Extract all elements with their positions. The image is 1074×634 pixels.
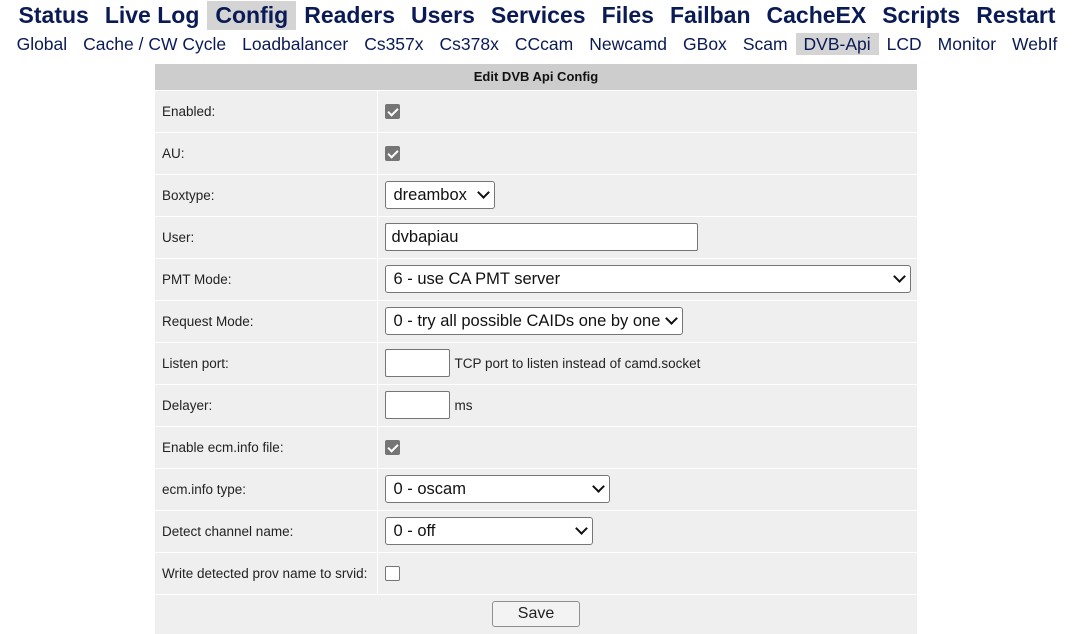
enabled-label: Enabled: [155, 89, 378, 132]
write-prov-label: Write detected prov name to srvid: [155, 551, 378, 594]
user-input[interactable] [384, 223, 698, 251]
au-checkbox[interactable] [384, 145, 400, 161]
row-save: Save [155, 593, 917, 634]
row-boxtype: Boxtype: dreambox [155, 173, 917, 216]
main-menu-item-status[interactable]: Status [11, 1, 97, 30]
listen-port-hint: TCP port to listen instead of camd.socke… [454, 355, 701, 371]
boxtype-label: Boxtype: [155, 173, 378, 216]
delayer-unit: ms [454, 397, 473, 413]
chevron-down-icon [574, 522, 588, 535]
main-menu-item-readers[interactable]: Readers [296, 1, 403, 30]
row-write-prov: Write detected prov name to srvid: [155, 551, 917, 594]
ecminfo-type-select[interactable]: 0 - oscam [384, 475, 610, 503]
chevron-down-icon [591, 480, 605, 493]
main-menu-item-config[interactable]: Config [207, 0, 297, 30]
boxtype-select[interactable]: dreambox [384, 181, 495, 209]
chevron-down-icon [476, 186, 490, 199]
main-menu-item-live-log[interactable]: Live Log [97, 1, 208, 30]
dvbapi-config-form: Edit DVB Api Config Enabled: AU: Boxtype… [155, 64, 917, 634]
detect-channel-select[interactable]: 0 - off [384, 517, 593, 545]
row-ecminfo-file: Enable ecm.info file: [155, 425, 917, 468]
chevron-down-icon [892, 270, 906, 283]
main-menu-item-scripts[interactable]: Scripts [874, 1, 968, 30]
main-menu-item-users[interactable]: Users [403, 1, 483, 30]
submenu-item-monitor[interactable]: Monitor [930, 33, 1004, 55]
submenu-item-cs357x[interactable]: Cs357x [356, 33, 431, 55]
main-menu-item-cacheex[interactable]: CacheEX [759, 1, 875, 30]
main-menu-item-restart[interactable]: Restart [968, 1, 1063, 30]
submenu-item-lcd[interactable]: LCD [879, 33, 930, 55]
row-request-mode: Request Mode: 0 - try all possible CAIDs… [155, 299, 917, 342]
chevron-down-icon [664, 312, 678, 325]
submenu-item-scam[interactable]: Scam [735, 33, 796, 55]
submenu-item-global[interactable]: Global [9, 33, 76, 55]
ecminfo-file-checkbox[interactable] [384, 439, 400, 455]
request-mode-select[interactable]: 0 - try all possible CAIDs one by one [384, 307, 683, 335]
delayer-input[interactable] [384, 391, 450, 419]
main-menu-item-failban[interactable]: Failban [662, 1, 759, 30]
request-mode-value: 0 - try all possible CAIDs one by one [393, 311, 661, 330]
listen-port-label: Listen port: [155, 341, 378, 384]
request-mode-label: Request Mode: [155, 299, 378, 342]
pmt-mode-label: PMT Mode: [155, 257, 378, 300]
submenu-item-cache-cw-cycle[interactable]: Cache / CW Cycle [75, 33, 234, 55]
config-submenu: Global Cache / CW Cycle Loadbalancer Cs357x… [0, 32, 1074, 56]
row-detect-channel: Detect channel name: 0 - off [155, 509, 917, 552]
row-user: User: [155, 215, 917, 258]
ecminfo-type-label: ecm.info type: [155, 467, 378, 510]
pmt-mode-select[interactable]: 6 - use CA PMT server [384, 265, 911, 293]
main-menu-item-services[interactable]: Services [483, 1, 594, 30]
enabled-checkbox[interactable] [384, 103, 400, 119]
submenu-item-dvb-api[interactable]: DVB-Api [795, 33, 879, 55]
row-au: AU: [155, 131, 917, 174]
boxtype-value: dreambox [393, 185, 467, 204]
user-label: User: [155, 215, 378, 258]
ecminfo-file-label: Enable ecm.info file: [155, 425, 378, 468]
row-enabled: Enabled: [155, 89, 917, 132]
row-ecminfo-type: ecm.info type: 0 - oscam [155, 467, 917, 510]
submenu-item-cs378x[interactable]: Cs378x [432, 33, 507, 55]
form-title: Edit DVB Api Config [155, 64, 917, 90]
submenu-item-cccam[interactable]: CCcam [507, 33, 581, 55]
au-label: AU: [155, 131, 378, 174]
pmt-mode-value: 6 - use CA PMT server [393, 269, 561, 288]
delayer-label: Delayer: [155, 383, 378, 426]
row-delayer: Delayer: ms [155, 383, 917, 426]
detect-channel-label: Detect channel name: [155, 509, 378, 552]
main-menu-item-files[interactable]: Files [594, 1, 662, 30]
ecminfo-type-value: 0 - oscam [393, 479, 466, 498]
submenu-item-loadbalancer[interactable]: Loadbalancer [234, 33, 356, 55]
save-button[interactable]: Save [492, 601, 580, 628]
listen-port-input[interactable] [384, 349, 450, 377]
submenu-item-webif[interactable]: WebIf [1004, 33, 1065, 55]
submenu-item-newcamd[interactable]: Newcamd [581, 33, 675, 55]
write-prov-checkbox[interactable] [384, 565, 400, 581]
detect-channel-value: 0 - off [393, 521, 436, 540]
row-pmt-mode: PMT Mode: 6 - use CA PMT server [155, 257, 917, 300]
row-listen-port: Listen port: TCP port to listen instead … [155, 341, 917, 384]
main-menu: Status Live Log Config Readers Users Services… [0, 0, 1074, 30]
submenu-item-gbox[interactable]: GBox [675, 33, 735, 55]
